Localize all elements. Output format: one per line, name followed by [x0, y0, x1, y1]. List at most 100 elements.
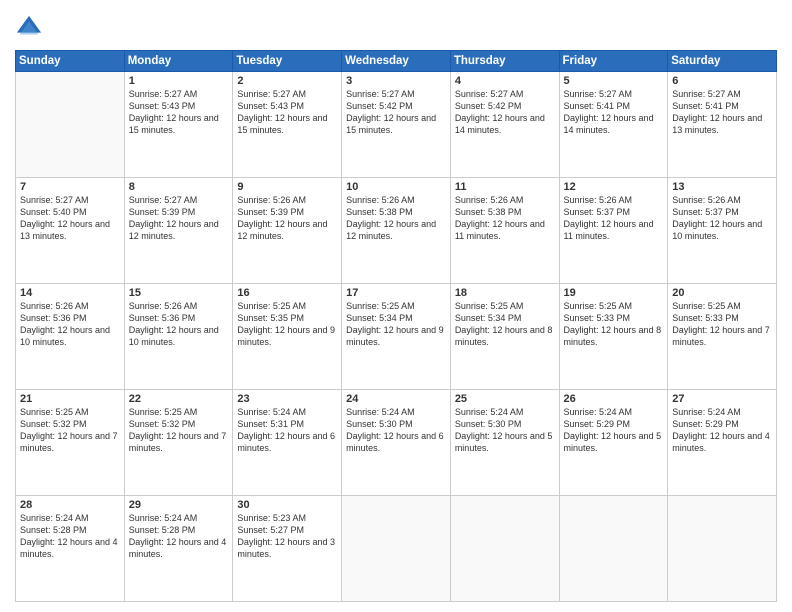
- day-info: Sunrise: 5:27 AM Sunset: 5:40 PM Dayligh…: [20, 194, 120, 243]
- header: [15, 10, 777, 42]
- calendar-cell: [16, 72, 125, 178]
- day-number: 12: [564, 181, 664, 193]
- day-info: Sunrise: 5:25 AM Sunset: 5:35 PM Dayligh…: [237, 300, 337, 349]
- calendar-cell: 29Sunrise: 5:24 AM Sunset: 5:28 PM Dayli…: [124, 496, 233, 602]
- calendar-cell: [450, 496, 559, 602]
- day-info: Sunrise: 5:24 AM Sunset: 5:30 PM Dayligh…: [346, 406, 446, 455]
- calendar-cell: 17Sunrise: 5:25 AM Sunset: 5:34 PM Dayli…: [342, 284, 451, 390]
- calendar-cell: 3Sunrise: 5:27 AM Sunset: 5:42 PM Daylig…: [342, 72, 451, 178]
- day-info: Sunrise: 5:25 AM Sunset: 5:34 PM Dayligh…: [346, 300, 446, 349]
- calendar-cell: 25Sunrise: 5:24 AM Sunset: 5:30 PM Dayli…: [450, 390, 559, 496]
- day-number: 30: [237, 499, 337, 511]
- calendar-week-3: 14Sunrise: 5:26 AM Sunset: 5:36 PM Dayli…: [16, 284, 777, 390]
- day-info: Sunrise: 5:27 AM Sunset: 5:43 PM Dayligh…: [129, 88, 229, 137]
- day-number: 2: [237, 75, 337, 87]
- day-info: Sunrise: 5:24 AM Sunset: 5:29 PM Dayligh…: [564, 406, 664, 455]
- day-info: Sunrise: 5:25 AM Sunset: 5:32 PM Dayligh…: [129, 406, 229, 455]
- day-number: 11: [455, 181, 555, 193]
- day-info: Sunrise: 5:24 AM Sunset: 5:28 PM Dayligh…: [20, 512, 120, 561]
- calendar-cell: 19Sunrise: 5:25 AM Sunset: 5:33 PM Dayli…: [559, 284, 668, 390]
- calendar-cell: 13Sunrise: 5:26 AM Sunset: 5:37 PM Dayli…: [668, 178, 777, 284]
- day-number: 16: [237, 287, 337, 299]
- day-number: 13: [672, 181, 772, 193]
- calendar-cell: 12Sunrise: 5:26 AM Sunset: 5:37 PM Dayli…: [559, 178, 668, 284]
- day-number: 8: [129, 181, 229, 193]
- calendar-cell: 24Sunrise: 5:24 AM Sunset: 5:30 PM Dayli…: [342, 390, 451, 496]
- logo-icon: [15, 14, 43, 42]
- day-info: Sunrise: 5:25 AM Sunset: 5:32 PM Dayligh…: [20, 406, 120, 455]
- calendar-cell: 10Sunrise: 5:26 AM Sunset: 5:38 PM Dayli…: [342, 178, 451, 284]
- day-number: 23: [237, 393, 337, 405]
- day-number: 26: [564, 393, 664, 405]
- day-number: 17: [346, 287, 446, 299]
- day-number: 6: [672, 75, 772, 87]
- day-info: Sunrise: 5:26 AM Sunset: 5:36 PM Dayligh…: [129, 300, 229, 349]
- calendar-header-tuesday: Tuesday: [233, 51, 342, 72]
- calendar-cell: 18Sunrise: 5:25 AM Sunset: 5:34 PM Dayli…: [450, 284, 559, 390]
- calendar-cell: 8Sunrise: 5:27 AM Sunset: 5:39 PM Daylig…: [124, 178, 233, 284]
- calendar-cell: 11Sunrise: 5:26 AM Sunset: 5:38 PM Dayli…: [450, 178, 559, 284]
- calendar-cell: 27Sunrise: 5:24 AM Sunset: 5:29 PM Dayli…: [668, 390, 777, 496]
- day-info: Sunrise: 5:23 AM Sunset: 5:27 PM Dayligh…: [237, 512, 337, 561]
- day-number: 1: [129, 75, 229, 87]
- day-number: 5: [564, 75, 664, 87]
- day-number: 15: [129, 287, 229, 299]
- day-info: Sunrise: 5:27 AM Sunset: 5:42 PM Dayligh…: [455, 88, 555, 137]
- day-number: 4: [455, 75, 555, 87]
- calendar-cell: 7Sunrise: 5:27 AM Sunset: 5:40 PM Daylig…: [16, 178, 125, 284]
- day-info: Sunrise: 5:27 AM Sunset: 5:42 PM Dayligh…: [346, 88, 446, 137]
- day-info: Sunrise: 5:27 AM Sunset: 5:43 PM Dayligh…: [237, 88, 337, 137]
- calendar-cell: 21Sunrise: 5:25 AM Sunset: 5:32 PM Dayli…: [16, 390, 125, 496]
- day-number: 9: [237, 181, 337, 193]
- day-info: Sunrise: 5:26 AM Sunset: 5:36 PM Dayligh…: [20, 300, 120, 349]
- day-number: 19: [564, 287, 664, 299]
- calendar-cell: 28Sunrise: 5:24 AM Sunset: 5:28 PM Dayli…: [16, 496, 125, 602]
- calendar-cell: 20Sunrise: 5:25 AM Sunset: 5:33 PM Dayli…: [668, 284, 777, 390]
- day-info: Sunrise: 5:24 AM Sunset: 5:31 PM Dayligh…: [237, 406, 337, 455]
- calendar-header-saturday: Saturday: [668, 51, 777, 72]
- calendar-header-monday: Monday: [124, 51, 233, 72]
- calendar-cell: 14Sunrise: 5:26 AM Sunset: 5:36 PM Dayli…: [16, 284, 125, 390]
- day-info: Sunrise: 5:24 AM Sunset: 5:29 PM Dayligh…: [672, 406, 772, 455]
- day-number: 28: [20, 499, 120, 511]
- calendar-cell: 1Sunrise: 5:27 AM Sunset: 5:43 PM Daylig…: [124, 72, 233, 178]
- day-info: Sunrise: 5:26 AM Sunset: 5:37 PM Dayligh…: [672, 194, 772, 243]
- day-number: 18: [455, 287, 555, 299]
- calendar-header-wednesday: Wednesday: [342, 51, 451, 72]
- calendar-cell: [559, 496, 668, 602]
- day-info: Sunrise: 5:26 AM Sunset: 5:38 PM Dayligh…: [455, 194, 555, 243]
- day-number: 7: [20, 181, 120, 193]
- calendar-cell: 23Sunrise: 5:24 AM Sunset: 5:31 PM Dayli…: [233, 390, 342, 496]
- calendar-table: SundayMondayTuesdayWednesdayThursdayFrid…: [15, 50, 777, 602]
- calendar-cell: 4Sunrise: 5:27 AM Sunset: 5:42 PM Daylig…: [450, 72, 559, 178]
- calendar-week-4: 21Sunrise: 5:25 AM Sunset: 5:32 PM Dayli…: [16, 390, 777, 496]
- calendar-week-2: 7Sunrise: 5:27 AM Sunset: 5:40 PM Daylig…: [16, 178, 777, 284]
- day-number: 14: [20, 287, 120, 299]
- day-info: Sunrise: 5:26 AM Sunset: 5:38 PM Dayligh…: [346, 194, 446, 243]
- calendar-cell: 6Sunrise: 5:27 AM Sunset: 5:41 PM Daylig…: [668, 72, 777, 178]
- page: SundayMondayTuesdayWednesdayThursdayFrid…: [0, 0, 792, 612]
- calendar-cell: 15Sunrise: 5:26 AM Sunset: 5:36 PM Dayli…: [124, 284, 233, 390]
- calendar-cell: [342, 496, 451, 602]
- day-number: 3: [346, 75, 446, 87]
- day-number: 24: [346, 393, 446, 405]
- day-number: 27: [672, 393, 772, 405]
- day-number: 29: [129, 499, 229, 511]
- day-info: Sunrise: 5:24 AM Sunset: 5:28 PM Dayligh…: [129, 512, 229, 561]
- calendar-cell: 2Sunrise: 5:27 AM Sunset: 5:43 PM Daylig…: [233, 72, 342, 178]
- calendar-cell: 26Sunrise: 5:24 AM Sunset: 5:29 PM Dayli…: [559, 390, 668, 496]
- calendar-cell: 30Sunrise: 5:23 AM Sunset: 5:27 PM Dayli…: [233, 496, 342, 602]
- calendar-header-thursday: Thursday: [450, 51, 559, 72]
- day-info: Sunrise: 5:27 AM Sunset: 5:41 PM Dayligh…: [672, 88, 772, 137]
- calendar-header-friday: Friday: [559, 51, 668, 72]
- calendar-week-5: 28Sunrise: 5:24 AM Sunset: 5:28 PM Dayli…: [16, 496, 777, 602]
- day-info: Sunrise: 5:24 AM Sunset: 5:30 PM Dayligh…: [455, 406, 555, 455]
- calendar-cell: 5Sunrise: 5:27 AM Sunset: 5:41 PM Daylig…: [559, 72, 668, 178]
- day-info: Sunrise: 5:25 AM Sunset: 5:33 PM Dayligh…: [564, 300, 664, 349]
- calendar-cell: 9Sunrise: 5:26 AM Sunset: 5:39 PM Daylig…: [233, 178, 342, 284]
- day-info: Sunrise: 5:26 AM Sunset: 5:37 PM Dayligh…: [564, 194, 664, 243]
- day-info: Sunrise: 5:25 AM Sunset: 5:34 PM Dayligh…: [455, 300, 555, 349]
- logo: [15, 14, 45, 42]
- calendar-header-sunday: Sunday: [16, 51, 125, 72]
- day-number: 10: [346, 181, 446, 193]
